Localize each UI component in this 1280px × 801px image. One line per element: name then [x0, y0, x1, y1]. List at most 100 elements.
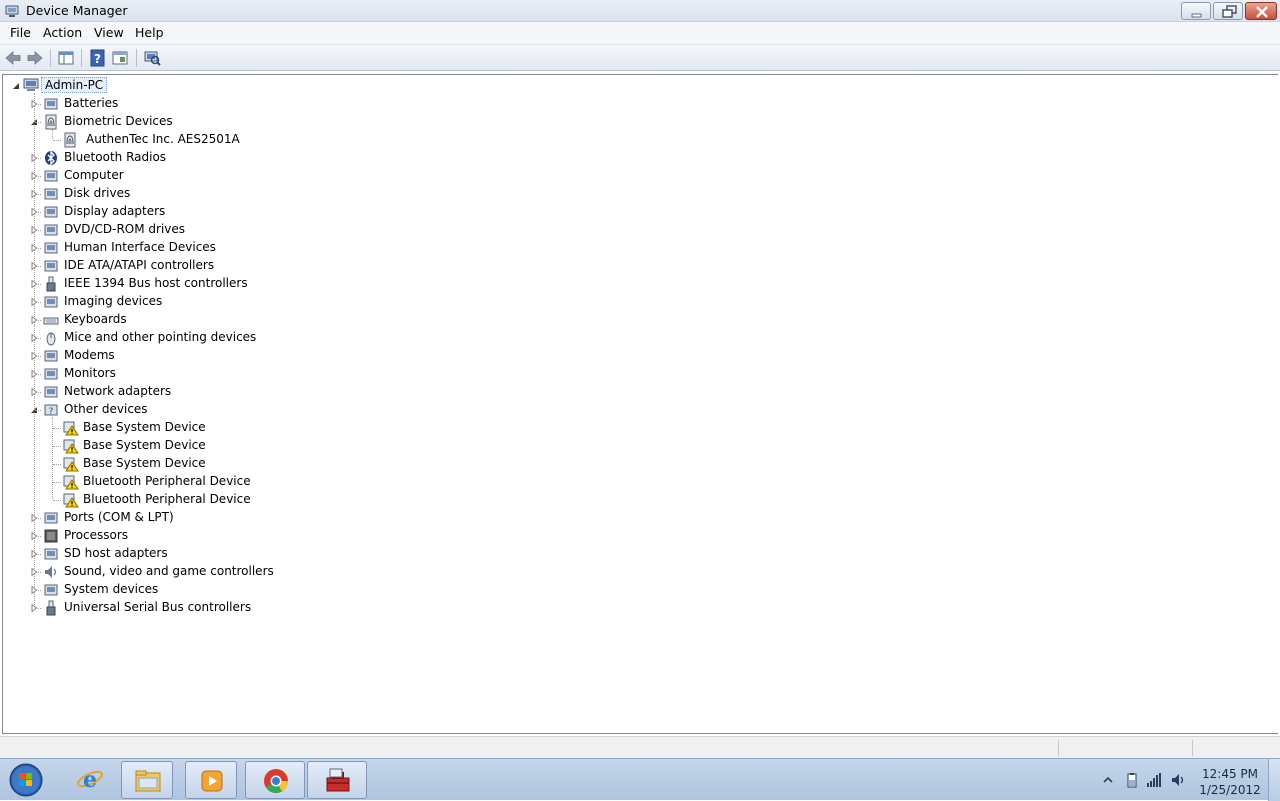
- tree-category-label[interactable]: Human Interface Devices: [64, 240, 216, 254]
- tree-category-row[interactable]: Monitors: [3, 365, 403, 383]
- close-button[interactable]: [1245, 2, 1277, 20]
- tree-category-row[interactable]: Biometric Devices: [3, 113, 403, 131]
- tree-device-label[interactable]: AuthenTec Inc. AES2501A: [86, 132, 240, 146]
- clock-date[interactable]: 1/25/2012: [1190, 783, 1270, 797]
- back-arrow-icon[interactable]: [3, 49, 23, 67]
- title-bar: Device Manager: [0, 0, 1280, 22]
- tree-category-row[interactable]: IDE ATA/ATAPI controllers: [3, 257, 403, 275]
- tree-root-label[interactable]: Admin-PC: [41, 77, 108, 93]
- taskbar-windows-explorer[interactable]: [121, 761, 173, 799]
- tree-device-label[interactable]: Bluetooth Peripheral Device: [83, 474, 251, 488]
- tree-category-row[interactable]: Computer: [3, 167, 403, 185]
- battery-tray-icon[interactable]: [1124, 772, 1140, 788]
- device-tree[interactable]: Admin-PC Batteries Biometric Devices Authe…: [2, 74, 1278, 734]
- tree-category-label[interactable]: Computer: [64, 168, 124, 182]
- tree-category-row[interactable]: Human Interface Devices: [3, 239, 403, 257]
- tree-device-row[interactable]: Base System Device: [3, 437, 403, 455]
- tree-category-label[interactable]: Monitors: [64, 366, 116, 380]
- tree-category-label[interactable]: Batteries: [64, 96, 118, 110]
- tree-connector: [35, 338, 41, 339]
- clock-time[interactable]: 12:45 PM: [1190, 767, 1270, 781]
- tree-category-label[interactable]: Mice and other pointing devices: [64, 330, 256, 344]
- tree-category-row[interactable]: Processors: [3, 527, 403, 545]
- tree-category-row[interactable]: Disk drives: [3, 185, 403, 203]
- show-hide-console-tree-icon[interactable]: [56, 49, 76, 67]
- tree-device-label[interactable]: Bluetooth Peripheral Device: [83, 492, 251, 506]
- help-icon[interactable]: ?: [88, 49, 108, 67]
- tree-category-row[interactable]: Ports (COM & LPT): [3, 509, 403, 527]
- usb-icon: [46, 600, 56, 616]
- tree-category-row[interactable]: Universal Serial Bus controllers: [3, 599, 403, 617]
- tree-root-row[interactable]: Admin-PC: [3, 77, 303, 95]
- tree-category-label[interactable]: Disk drives: [64, 186, 130, 200]
- tree-device-row[interactable]: AuthenTec Inc. AES2501A: [3, 131, 403, 149]
- tree-category-row[interactable]: Imaging devices: [3, 293, 403, 311]
- forward-arrow-icon[interactable]: [25, 49, 45, 67]
- show-hidden-icons-chevron-icon[interactable]: [1100, 772, 1116, 788]
- volume-icon[interactable]: [1170, 772, 1186, 788]
- firewire-icon: [46, 276, 56, 292]
- tree-category-row[interactable]: Sound, video and game controllers: [3, 563, 403, 581]
- menu-action[interactable]: Action: [39, 25, 86, 40]
- taskbar-internet-explorer[interactable]: e: [64, 761, 116, 799]
- menu-file[interactable]: File: [6, 25, 35, 40]
- tree-device-row[interactable]: Bluetooth Peripheral Device: [3, 491, 403, 509]
- tree-category-label[interactable]: Other devices: [64, 402, 148, 416]
- tree-category-label[interactable]: Modems: [64, 348, 115, 362]
- collapse-triangle-icon[interactable]: [11, 81, 21, 91]
- tree-category-row[interactable]: ? Other devices: [3, 401, 403, 419]
- tree-device-row[interactable]: Bluetooth Peripheral Device: [3, 473, 403, 491]
- tree-category-row[interactable]: DVD/CD-ROM drives: [3, 221, 403, 239]
- tree-category-label[interactable]: Network adapters: [64, 384, 171, 398]
- tree-category-label[interactable]: IEEE 1394 Bus host controllers: [64, 276, 248, 290]
- taskbar-media-player[interactable]: [185, 761, 237, 799]
- tree-category-label[interactable]: Keyboards: [64, 312, 127, 326]
- tree-category-label[interactable]: DVD/CD-ROM drives: [64, 222, 185, 236]
- tree-category-label[interactable]: SD host adapters: [64, 546, 168, 560]
- tree-device-label[interactable]: Base System Device: [83, 456, 206, 470]
- tree-connector: [35, 284, 41, 285]
- menu-view[interactable]: View: [90, 25, 128, 40]
- tree-connector: [53, 446, 61, 447]
- tree-category-row[interactable]: IEEE 1394 Bus host controllers: [3, 275, 403, 293]
- menu-help[interactable]: Help: [131, 25, 168, 40]
- taskbar-chrome[interactable]: [245, 761, 305, 799]
- start-orb-icon[interactable]: [6, 761, 46, 799]
- tree-category-row[interactable]: Keyboards: [3, 311, 403, 329]
- tree-category-label[interactable]: Universal Serial Bus controllers: [64, 600, 251, 614]
- tree-category-row[interactable]: SD host adapters: [3, 545, 403, 563]
- tree-category-label[interactable]: System devices: [64, 582, 158, 596]
- tree-category-row[interactable]: Modems: [3, 347, 403, 365]
- tree-category-label[interactable]: Imaging devices: [64, 294, 162, 308]
- tree-category-row[interactable]: Batteries: [3, 95, 403, 113]
- tree-device-row[interactable]: Base System Device: [3, 419, 403, 437]
- tree-category-label[interactable]: Bluetooth Radios: [64, 150, 166, 164]
- system-device-icon: [44, 584, 58, 596]
- tree-category-label[interactable]: Display adapters: [64, 204, 165, 218]
- scan-hardware-icon[interactable]: [142, 49, 162, 67]
- tree-device-row[interactable]: Base System Device: [3, 455, 403, 473]
- tree-category-label[interactable]: Ports (COM & LPT): [64, 510, 174, 524]
- properties-icon[interactable]: [110, 49, 130, 67]
- sd-adapter-icon: [44, 548, 58, 560]
- tree-category-label[interactable]: IDE ATA/ATAPI controllers: [64, 258, 214, 272]
- tree-device-label[interactable]: Base System Device: [83, 420, 206, 434]
- tree-connector: [35, 158, 41, 159]
- tree-category-row[interactable]: System devices: [3, 581, 403, 599]
- signal-strength-icon[interactable]: [1146, 772, 1162, 788]
- show-desktop-button[interactable]: [1268, 759, 1280, 801]
- taskbar-device-manager[interactable]: [307, 761, 367, 799]
- tree-category-label[interactable]: Sound, video and game controllers: [64, 564, 274, 578]
- tree-category-label[interactable]: Biometric Devices: [64, 114, 173, 128]
- tree-category-row[interactable]: Bluetooth Radios: [3, 149, 403, 167]
- tree-category-label[interactable]: Processors: [64, 528, 128, 542]
- minimize-button[interactable]: [1181, 2, 1211, 20]
- unknown-device-icon: ?: [44, 404, 58, 417]
- warning-device-icon: [63, 457, 79, 472]
- tree-category-row[interactable]: Network adapters: [3, 383, 403, 401]
- tree-category-row[interactable]: Mice and other pointing devices: [3, 329, 403, 347]
- tree-device-label[interactable]: Base System Device: [83, 438, 206, 452]
- restore-button[interactable]: [1213, 2, 1243, 20]
- tree-category-row[interactable]: Display adapters: [3, 203, 403, 221]
- ide-controller-icon: [44, 260, 58, 272]
